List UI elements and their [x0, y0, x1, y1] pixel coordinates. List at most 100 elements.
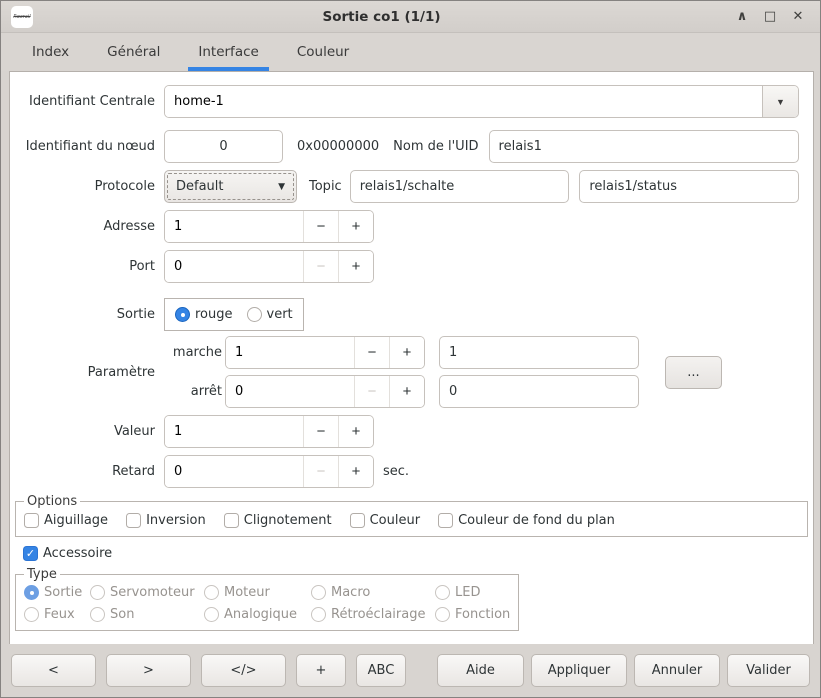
plus-icon[interactable]: +: [339, 211, 373, 242]
checkbox-inversion[interactable]: ✓ Inversion: [126, 513, 206, 528]
plus-icon[interactable]: +: [390, 337, 424, 368]
checkbox-label: Clignotement: [244, 513, 332, 528]
topic-status-input[interactable]: [579, 170, 799, 203]
tab-bar: Index Général Interface Couleur: [1, 33, 820, 71]
options-legend: Options: [24, 494, 80, 509]
node-id-hex: 0x00000000: [297, 139, 379, 154]
topic-label: Topic: [309, 179, 342, 194]
tab-label: Interface: [198, 44, 258, 60]
off-input[interactable]: [226, 376, 354, 407]
plus-icon[interactable]: +: [390, 376, 424, 407]
checkbox-aiguillage[interactable]: ✓ Aiguillage: [24, 513, 108, 528]
radio-icon: [175, 307, 190, 322]
tab-interface[interactable]: Interface: [179, 33, 277, 71]
radio-rouge[interactable]: rouge: [175, 307, 233, 322]
radio-label: LED: [455, 585, 480, 600]
delay-spinbox: − +: [164, 455, 374, 488]
on-input[interactable]: [226, 337, 354, 368]
next-button[interactable]: >: [106, 654, 191, 687]
address-input[interactable]: [165, 211, 303, 242]
radio-type-servomoteur: Servomoteur: [90, 585, 204, 600]
plus-icon[interactable]: +: [339, 251, 373, 282]
topic-command-input[interactable]: [350, 170, 570, 203]
previous-button[interactable]: <: [11, 654, 96, 687]
address-spinbox: − +: [164, 210, 374, 243]
tab-couleur[interactable]: Couleur: [278, 33, 368, 71]
window-title: Sortie co1 (1/1): [33, 9, 730, 25]
checkbox-label: Aiguillage: [44, 513, 108, 528]
radio-icon: [24, 585, 39, 600]
central-id-combobox: ▼: [164, 85, 799, 118]
plus-icon[interactable]: +: [339, 456, 373, 487]
radio-type-retroeclairage: Rétroéclairage: [311, 607, 435, 622]
uid-name-input[interactable]: [489, 130, 799, 163]
minus-icon[interactable]: −: [304, 251, 338, 282]
radio-icon: [24, 607, 39, 622]
minus-icon[interactable]: −: [304, 211, 338, 242]
tab-general[interactable]: Général: [88, 33, 179, 71]
checkbox-couleur[interactable]: ✓ Couleur: [350, 513, 420, 528]
radio-type-analogique: Analogique: [204, 607, 311, 622]
off-parameter-input[interactable]: [439, 375, 639, 408]
radio-label: vert: [267, 307, 293, 322]
checkbox-icon: ✓: [126, 513, 141, 528]
node-id-input[interactable]: [164, 130, 283, 163]
minus-icon[interactable]: −: [304, 456, 338, 487]
radio-icon: [311, 585, 326, 600]
output-color-label: Sortie: [10, 307, 155, 322]
value-input[interactable]: [165, 416, 303, 447]
radio-label: Analogique: [224, 607, 297, 622]
maximize-icon[interactable]: □: [758, 5, 782, 29]
radio-icon: [90, 607, 105, 622]
options-group: Options ✓ Aiguillage ✓ Inversion ✓ Clign…: [15, 494, 808, 537]
checkbox-accessoire[interactable]: ✓ Accessoire: [23, 546, 112, 561]
tab-label: Couleur: [297, 44, 349, 60]
cancel-button[interactable]: Annuler: [634, 654, 720, 687]
minus-icon[interactable]: −: [355, 376, 389, 407]
tab-index[interactable]: Index: [13, 33, 88, 71]
radio-type-led: LED: [435, 585, 510, 600]
checkbox-label: Inversion: [146, 513, 206, 528]
checkbox-clignotement[interactable]: ✓ Clignotement: [224, 513, 332, 528]
abc-button[interactable]: ABC: [356, 654, 406, 687]
uid-name-label: Nom de l'UID: [393, 139, 478, 154]
radio-vert[interactable]: vert: [247, 307, 293, 322]
tab-label: Index: [32, 44, 69, 60]
on-label: marche: [164, 345, 225, 360]
protocol-select[interactable]: Default ▼: [164, 170, 297, 203]
close-icon[interactable]: ✕: [786, 5, 810, 29]
add-button[interactable]: +: [296, 654, 346, 687]
port-label: Port: [10, 259, 155, 274]
delay-input[interactable]: [165, 456, 303, 487]
xml-button[interactable]: </>: [201, 654, 286, 687]
on-parameter-input[interactable]: [439, 336, 639, 369]
titlebar: Rocrail Sortie co1 (1/1) ∧ □ ✕: [1, 1, 820, 33]
value-label: Valeur: [10, 424, 155, 439]
minimize-icon[interactable]: ∧: [730, 5, 754, 29]
radio-type-son: Son: [90, 607, 204, 622]
apply-button[interactable]: Appliquer: [531, 654, 627, 687]
minus-icon[interactable]: −: [304, 416, 338, 447]
type-group: Type Sortie Servomoteur Moteur Macro: [15, 567, 519, 631]
more-options-button[interactable]: ...: [665, 356, 722, 389]
help-button[interactable]: Aide: [437, 654, 524, 687]
central-id-input[interactable]: [165, 86, 762, 117]
radio-label: Fonction: [455, 607, 510, 622]
radio-icon: [311, 607, 326, 622]
radio-icon: [435, 585, 450, 600]
protocol-label: Protocole: [10, 179, 155, 194]
ok-button[interactable]: Valider: [727, 654, 810, 687]
plus-icon[interactable]: +: [339, 416, 373, 447]
radio-label: Moteur: [224, 585, 270, 600]
port-input[interactable]: [165, 251, 303, 282]
checkbox-couleur-fond-plan[interactable]: ✓ Couleur de fond du plan: [438, 513, 615, 528]
value-spinbox: − +: [164, 415, 374, 448]
central-id-dropdown-button[interactable]: ▼: [762, 86, 798, 117]
radio-label: Macro: [331, 585, 370, 600]
minus-icon[interactable]: −: [355, 337, 389, 368]
checkbox-label: Couleur de fond du plan: [458, 513, 615, 528]
address-label: Adresse: [10, 219, 155, 234]
dialog-window: Rocrail Sortie co1 (1/1) ∧ □ ✕ Index Gén…: [0, 0, 821, 698]
type-legend: Type: [24, 567, 60, 582]
radio-type-macro: Macro: [311, 585, 435, 600]
